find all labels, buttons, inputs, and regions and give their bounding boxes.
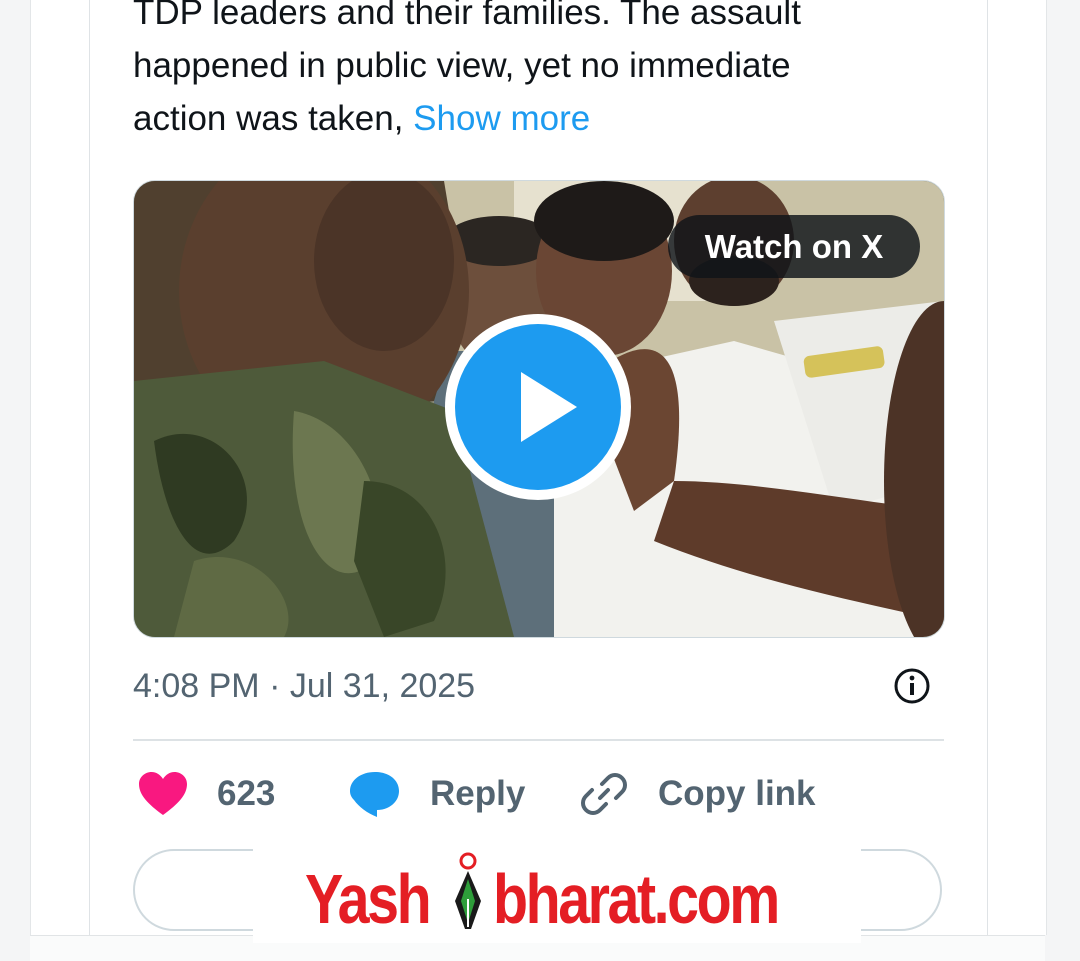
tweet-text-line: happened in public view, yet no immediat… xyxy=(133,46,791,85)
copy-link-label: Copy link xyxy=(658,774,816,813)
reply-button[interactable]: Reply xyxy=(349,770,525,818)
watermark-yash: Yash xyxy=(305,860,432,938)
reply-label: Reply xyxy=(430,774,526,813)
heart-icon xyxy=(139,772,187,815)
watch-on-x-button[interactable]: Watch on X xyxy=(668,215,920,278)
play-button[interactable] xyxy=(445,314,631,500)
link-icon xyxy=(581,773,627,815)
play-icon xyxy=(521,372,577,442)
pen-nib-logo-icon xyxy=(455,852,481,929)
actions-divider xyxy=(133,739,944,741)
like-count: 623 xyxy=(217,774,276,813)
tweet-text-line: action was taken, xyxy=(133,99,404,138)
watermark: Yash bharat.com xyxy=(253,843,861,943)
reply-bubble-icon xyxy=(350,772,399,817)
copy-link-button[interactable]: Copy link xyxy=(580,770,816,818)
like-button[interactable]: 623 xyxy=(138,770,275,818)
info-icon[interactable] xyxy=(893,667,931,705)
tweet-text: TDP leaders and their families. The assa… xyxy=(133,0,933,145)
tweet-timestamp[interactable]: 4:08 PM · Jul 31, 2025 xyxy=(133,664,475,708)
play-button-circle xyxy=(455,324,621,490)
show-more-link[interactable]: Show more xyxy=(413,99,590,138)
left-margin xyxy=(0,0,30,960)
watermark-bharat: bharat.com xyxy=(493,860,780,938)
tweet-text-line: TDP leaders and their families. The assa… xyxy=(133,0,801,32)
